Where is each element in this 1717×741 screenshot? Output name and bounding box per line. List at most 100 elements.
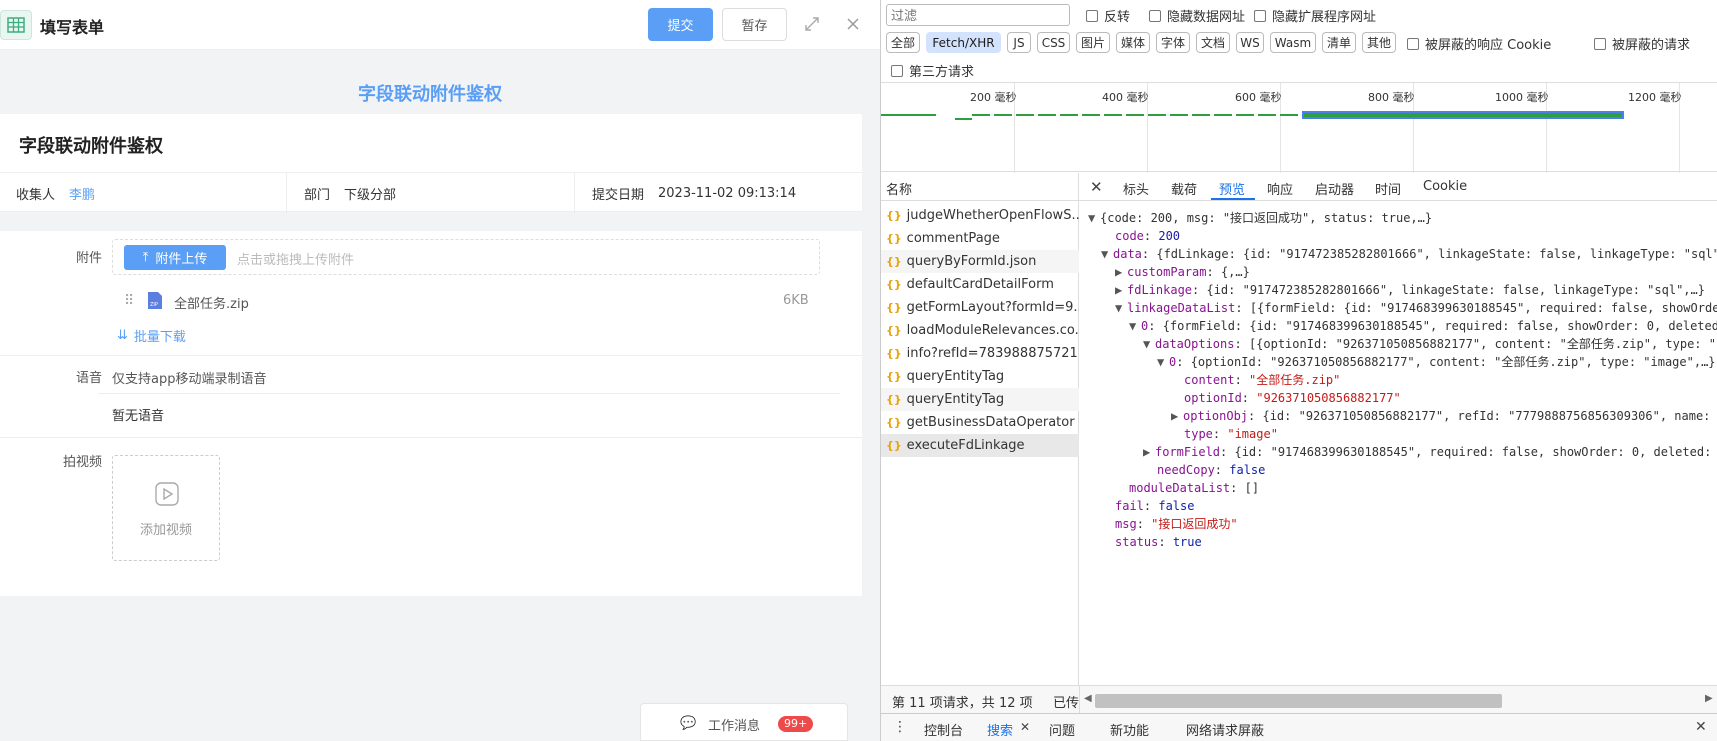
scroll-left-icon[interactable]: ◀ — [1084, 693, 1092, 704]
request-row[interactable]: {} queryEntityTag — [881, 365, 1079, 388]
type-chip-img[interactable]: 图片 — [1076, 32, 1110, 53]
close-drawer-icon[interactable]: ✕ — [1695, 719, 1707, 735]
add-video-button[interactable]: 添加视频 — [112, 455, 220, 561]
collapse-triangle-icon[interactable]: ▼ — [1088, 210, 1100, 227]
close-tab-icon[interactable]: ✕ — [1020, 720, 1030, 734]
network-timeline[interactable]: 200 毫秒 400 毫秒 600 毫秒 800 毫秒 1000 毫秒 1200… — [881, 82, 1717, 173]
scroll-right-icon[interactable]: ▶ — [1705, 693, 1713, 704]
request-row[interactable]: {} judgeWhetherOpenFlowS... — [881, 204, 1079, 227]
type-chip-all[interactable]: 全部 — [886, 32, 920, 53]
more-vert-icon[interactable]: ⋮ — [893, 719, 907, 735]
json-line[interactable]: ▶ customParam: {,…} — [1115, 264, 1250, 281]
checkbox-icon[interactable] — [891, 64, 903, 77]
tab-headers[interactable]: 标头 — [1123, 179, 1149, 198]
hide-data-urls-label: 隐藏数据网址 — [1167, 10, 1246, 25]
json-line[interactable]: ▼ data: {fdLinkage: {id: "917472385282801… — [1101, 246, 1717, 263]
expand-triangle-icon[interactable]: ▶ — [1115, 282, 1127, 299]
checkbox-icon[interactable] — [1407, 37, 1419, 50]
horizontal-scrollbar[interactable] — [1095, 694, 1502, 708]
checkbox-icon[interactable] — [1594, 37, 1606, 50]
request-row[interactable]: {} defaultCardDetailForm — [881, 273, 1079, 296]
submit-button[interactable]: 提交 — [648, 8, 713, 41]
drag-handle-icon[interactable]: ⠿ — [124, 293, 134, 309]
type-chip-ws[interactable]: WS — [1236, 32, 1264, 53]
collapse-triangle-icon[interactable]: ▼ — [1143, 336, 1155, 353]
upload-button[interactable]: ⤒ 附件上传 — [124, 245, 226, 270]
request-name: loadModuleRelevances.co... — [906, 323, 1079, 338]
checkbox-icon[interactable] — [1086, 9, 1098, 22]
json-line[interactable]: ▶ formField: {id: "917468399630188545", r… — [1143, 444, 1717, 461]
type-chip-media[interactable]: 媒体 — [1116, 32, 1150, 53]
type-chip-manifest[interactable]: 清单 — [1322, 32, 1356, 53]
type-chip-wasm[interactable]: Wasm — [1270, 32, 1316, 53]
timeline-tick: 400 毫秒 — [1102, 91, 1149, 104]
name-column-header[interactable]: 名称 — [881, 173, 1079, 201]
zip-file-icon: ZIP — [147, 291, 163, 314]
request-row[interactable]: {} getFormLayout?formId=9... — [881, 296, 1079, 319]
tab-preview[interactable]: 预览 — [1219, 179, 1245, 198]
timeline-tick: 600 毫秒 — [1235, 91, 1282, 104]
xhr-icon: {} — [886, 347, 902, 360]
request-row[interactable]: {} loadModuleRelevances.co... — [881, 319, 1079, 342]
type-chip-doc[interactable]: 文档 — [1196, 32, 1230, 53]
json-line[interactable]: ▼ dataOptions: [{optionId: "9263710508568… — [1143, 336, 1717, 353]
blocked-requests-checkbox[interactable]: 被屏蔽的请求 — [1594, 34, 1690, 53]
expand-triangle-icon[interactable]: ▶ — [1143, 444, 1155, 461]
tab-response[interactable]: 响应 — [1267, 179, 1293, 198]
tab-payload[interactable]: 载荷 — [1171, 179, 1197, 198]
type-chip-css[interactable]: CSS — [1037, 32, 1070, 53]
hide-ext-urls-checkbox[interactable]: 隐藏扩展程序网址 — [1254, 6, 1376, 25]
type-chip-fetch-xhr[interactable]: Fetch/XHR — [926, 32, 1001, 53]
upload-dropzone[interactable]: ⤒ 附件上传 点击或拖拽上传附件 — [112, 239, 820, 275]
json-line[interactable]: ▼ 0: {formField: {id: "917468399630188545… — [1129, 318, 1717, 335]
checkbox-icon[interactable] — [1254, 9, 1266, 22]
attachment-file-name[interactable]: 全部任务.zip — [174, 293, 249, 312]
work-messages-button[interactable]: 💬 工作消息 99+ — [640, 703, 848, 741]
collapse-triangle-icon[interactable]: ▼ — [1157, 354, 1169, 371]
type-chip-font[interactable]: 字体 — [1156, 32, 1190, 53]
drawer-tab-console[interactable]: 控制台 — [924, 720, 963, 739]
close-icon[interactable] — [843, 14, 863, 34]
expand-icon[interactable] — [802, 14, 822, 34]
date-value: 2023-11-02 09:13:14 — [658, 185, 797, 201]
collapse-triangle-icon[interactable]: ▼ — [1129, 318, 1141, 335]
request-row[interactable]: {} commentPage — [881, 227, 1079, 250]
type-chip-other[interactable]: 其他 — [1362, 32, 1396, 53]
filter-input[interactable] — [886, 4, 1070, 26]
attachment-label: 附件 — [75, 251, 102, 266]
collapse-triangle-icon[interactable]: ▼ — [1115, 300, 1127, 317]
drawer-tab-issues[interactable]: 问题 — [1049, 720, 1075, 739]
blocked-cookies-checkbox[interactable]: 被屏蔽的响应 Cookie — [1407, 34, 1551, 53]
json-line[interactable]: ▼ 0: {optionId: "926371050856882177", con… — [1157, 354, 1716, 371]
draft-button[interactable]: 暂存 — [722, 8, 787, 41]
collapse-triangle-icon[interactable]: ▼ — [1101, 246, 1113, 263]
tab-initiator[interactable]: 启动器 — [1315, 179, 1354, 198]
type-chip-js[interactable]: JS — [1007, 32, 1031, 53]
expand-triangle-icon[interactable]: ▶ — [1115, 264, 1127, 281]
request-row[interactable]: {} getBusinessDataOperator — [881, 411, 1079, 434]
third-party-checkbox[interactable]: 第三方请求 — [891, 61, 974, 80]
json-line[interactable]: ▶ optionObj: {id: "926371050856882177", r… — [1171, 408, 1717, 425]
drawer-tab-request-blocking[interactable]: 网络请求屏蔽 — [1186, 720, 1264, 739]
json-line[interactable]: ▶ fdLinkage: {id: "917472385282801666", l… — [1115, 282, 1705, 299]
tab-timing[interactable]: 时间 — [1375, 179, 1401, 198]
expand-triangle-icon[interactable]: ▶ — [1171, 408, 1183, 425]
json-line[interactable]: ▼ linkageDataList: [{formField: {id: "917… — [1115, 300, 1717, 317]
hide-data-urls-checkbox[interactable]: 隐藏数据网址 — [1149, 6, 1245, 25]
request-row[interactable]: {} queryByFormId.json — [881, 250, 1079, 273]
close-detail-icon[interactable]: ✕ — [1090, 178, 1103, 196]
json-preview[interactable]: ▼ {code: 200, msg: "接口返回成功", status: true… — [1079, 202, 1717, 692]
drawer-tab-search[interactable]: 搜索 — [987, 720, 1013, 739]
tab-cookie[interactable]: Cookie — [1423, 179, 1467, 194]
timeline-selection[interactable] — [1302, 111, 1624, 119]
request-row-selected[interactable]: {} executeFdLinkage — [881, 434, 1079, 457]
batch-download-link[interactable]: ⇊ 批量下载 — [117, 326, 186, 345]
drawer-tab-whats-new[interactable]: 新功能 — [1110, 720, 1149, 739]
checkbox-icon[interactable] — [1149, 9, 1161, 22]
request-row[interactable]: {} info?refId=783988875721... — [881, 342, 1079, 365]
collector-value[interactable]: 李鹏 — [69, 184, 95, 203]
json-root[interactable]: ▼ {code: 200, msg: "接口返回成功", status: true… — [1088, 210, 1432, 227]
invert-checkbox[interactable]: 反转 — [1086, 6, 1130, 25]
request-row[interactable]: {} queryEntityTag — [881, 388, 1079, 411]
devtools-network-panel: 反转 隐藏数据网址 隐藏扩展程序网址 全部 Fetch/XHR JS CSS 图… — [880, 0, 1717, 741]
